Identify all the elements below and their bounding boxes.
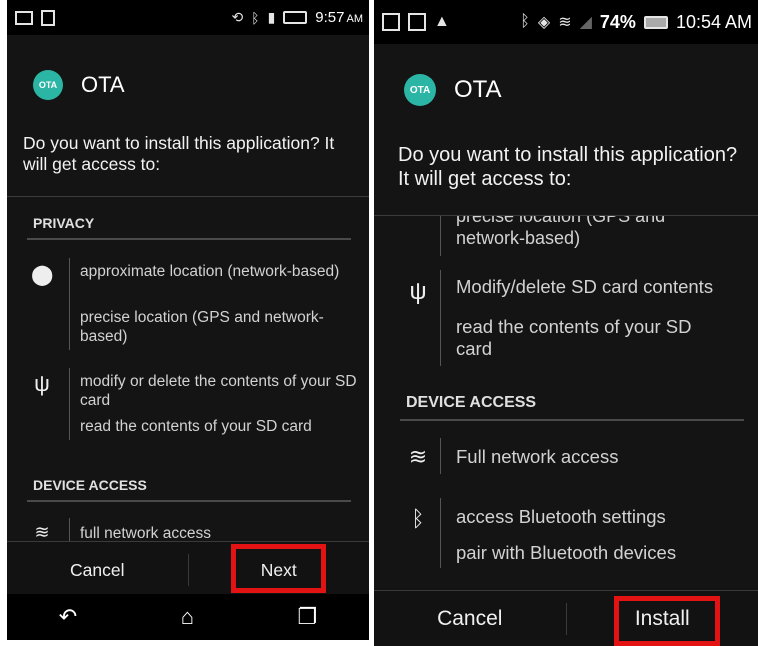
cancel-button[interactable]: Cancel — [7, 542, 188, 598]
section-rule — [27, 500, 351, 502]
next-highlight-box — [231, 544, 326, 593]
navigation-bar: ↶ ⌂ ❐ — [7, 594, 369, 640]
permission-rule — [69, 258, 70, 350]
perm-read-sd: read the contents of your SD card — [80, 418, 312, 435]
permission-rule — [440, 270, 441, 366]
status-time: 10:54 AM — [675, 11, 752, 32]
cancel-button[interactable]: Cancel — [374, 591, 566, 646]
app-header: OTA OTA — [7, 60, 369, 110]
right-screenshot: ▲ ᛒ ◈ ≋ ◢ 74% 10:54 AM OTA OTA Do you wa… — [374, 0, 758, 646]
permission-list[interactable]: precise location (GPS and network-based)… — [374, 216, 758, 590]
divider — [7, 196, 369, 197]
ota-app-icon: OTA — [404, 74, 436, 106]
install-question: Do you want to install this application?… — [23, 133, 335, 175]
section-rule — [400, 419, 744, 421]
status-bar: ⟲ ᛒ ▮ 9:57 AM — [7, 0, 369, 35]
section-rule — [27, 238, 351, 240]
bluetooth-icon: ᛒ — [520, 13, 530, 30]
add-box-icon — [382, 13, 400, 31]
warning-icon: ▲ — [434, 13, 450, 30]
wifi-icon: ≋ — [34, 522, 50, 542]
app-header: OTA OTA — [374, 68, 758, 112]
sync-icon: ⟲ — [231, 9, 244, 25]
perm-bt-settings: access Bluetooth settings — [456, 506, 666, 527]
section-device-access: DEVICE ACCESS — [406, 394, 537, 411]
location-pin-icon: ⬤ — [31, 264, 54, 286]
section-device-access: DEVICE ACCESS — [33, 477, 147, 493]
perm-modify-sd: Modify/delete SD card contents — [456, 276, 714, 297]
permission-rule — [69, 368, 70, 440]
battery-icon — [283, 11, 308, 24]
usb-icon: ψ — [409, 278, 427, 305]
notification-icon — [41, 9, 55, 26]
left-screenshot: ⟲ ᛒ ▮ 9:57 AM OTA OTA Do you want to inst… — [7, 0, 369, 640]
recents-icon[interactable]: ❐ — [297, 604, 317, 630]
app-title: OTA — [454, 76, 502, 103]
ota-app-icon: OTA — [33, 70, 63, 100]
perm-network: Full network access — [456, 446, 619, 467]
permission-rule — [440, 498, 441, 568]
install-highlight-box — [614, 596, 720, 646]
perm-precise-location: precise location (GPS and network-based) — [80, 309, 324, 345]
wifi-icon: ≋ — [558, 14, 572, 31]
back-icon[interactable]: ↶ — [59, 604, 77, 630]
perm-modify-sd: modify or delete the contents of your SD… — [80, 373, 357, 409]
home-icon[interactable]: ⌂ — [181, 604, 194, 630]
rotate-icon: ◈ — [537, 14, 551, 31]
permission-rule — [440, 216, 441, 256]
signal-icon: ◢ — [579, 14, 592, 31]
bluetooth-icon: ᛒ — [251, 9, 260, 26]
app-title: OTA — [81, 72, 125, 97]
battery-icon — [643, 15, 668, 29]
usb-icon: ψ — [34, 371, 50, 396]
install-question: Do you want to install this application?… — [398, 144, 738, 191]
perm-bt-pair: pair with Bluetooth devices — [456, 542, 677, 563]
permission-rule — [440, 438, 441, 474]
image-icon — [408, 13, 426, 31]
wifi-icon: ≋ — [408, 444, 428, 469]
perm-approx-location: approximate location (network-based) — [80, 263, 340, 280]
signal-icon: ▮ — [267, 9, 276, 25]
status-bar: ▲ ᛒ ◈ ≋ ◢ 74% 10:54 AM — [374, 0, 758, 44]
battery-percent: 74% — [599, 11, 636, 32]
keyboard-icon — [15, 10, 33, 25]
bluetooth-icon: ᛒ — [411, 506, 425, 531]
perm-read-sd: read the contents of your SD card — [456, 316, 692, 360]
status-time: 9:57 AM — [315, 9, 363, 26]
perm-precise-location-partial: precise location (GPS and network-based) — [456, 216, 666, 248]
section-privacy: PRIVACY — [33, 215, 95, 231]
